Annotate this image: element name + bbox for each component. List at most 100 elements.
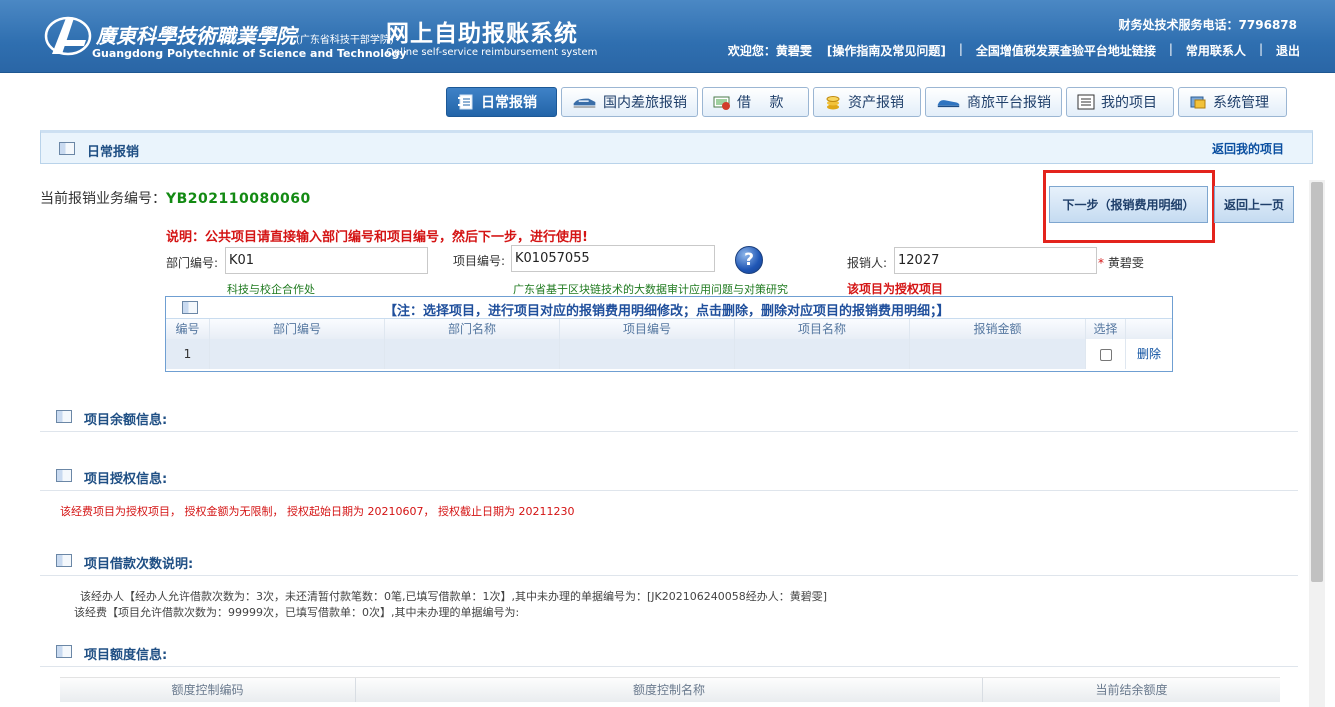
- col-header: 额度控制编码: [60, 678, 356, 702]
- cell-project-no: [560, 339, 735, 369]
- table-caption-text: 【注：选择项目，进行项目对应的报销费用明细修改；点击删除，删除对应项目的报销费用…: [384, 304, 950, 319]
- table-row[interactable]: 1 删除: [166, 339, 1172, 369]
- system-title: 网上自助报账系统: [386, 21, 578, 47]
- menu-daily-reimbursement[interactable]: 日常报销: [446, 87, 557, 117]
- business-number: 当前报销业务编号：YB202110080060: [40, 188, 311, 208]
- app-header: 廣東科學技術職業學院(广东省科技干部学院) Guangdong Polytech…: [0, 0, 1335, 73]
- applicant-name: * 黄碧雯: [1098, 254, 1144, 271]
- col-header: 选择: [1086, 319, 1126, 339]
- highlight-box: [1043, 170, 1215, 243]
- cell-dept-no: [210, 339, 385, 369]
- invoice-check-link[interactable]: 全国增值税发票查验平台地址链接: [973, 42, 1159, 59]
- menu-label: 资产报销: [848, 95, 904, 111]
- required-mark: *: [1098, 256, 1104, 270]
- dept-label: 部门编号:: [166, 256, 219, 270]
- project-name: 广东省基于区块链技术的大数据审计应用问题与对策研究: [513, 283, 788, 296]
- authorization-info: 该经费项目为授权项目， 授权金额为无限制， 授权起始日期为 20210607， …: [60, 505, 575, 518]
- logout-link[interactable]: 退出: [1273, 42, 1303, 59]
- document-icon: [59, 142, 75, 155]
- top-nav: 欢迎您：黄碧雯 [操作指南及常见问题] | 全国增值税发票查验平台地址链接 | …: [725, 42, 1303, 59]
- service-hotline: 财务处技术服务电话：7796878: [1118, 18, 1297, 32]
- quota-table: 额度控制编码 额度控制名称 当前结余额度: [60, 677, 1280, 707]
- loan-section-header: 项目借款次数说明:: [40, 554, 1298, 576]
- col-header: 部门编号: [210, 319, 385, 339]
- back-to-projects-link[interactable]: 返回我的项目: [1212, 140, 1284, 157]
- cell-delete: 删除: [1126, 339, 1172, 369]
- menu-loan[interactable]: 借 款: [702, 87, 809, 117]
- applicant-input[interactable]: [894, 247, 1097, 274]
- col-header: 部门名称: [385, 319, 560, 339]
- quota-header-row: 额度控制编码 额度控制名称 当前结余额度: [60, 678, 1280, 702]
- col-header: 报销金额: [910, 319, 1086, 339]
- col-header: 编号: [166, 319, 210, 339]
- cell-no: 1: [166, 339, 210, 369]
- vertical-scrollbar[interactable]: [1309, 180, 1325, 707]
- menu-system-admin[interactable]: 系统管理: [1178, 87, 1287, 117]
- cell-dept-name: [385, 339, 560, 369]
- applicant-name-text: 黄碧雯: [1107, 256, 1144, 270]
- quota-section-title: 项目额度信息:: [84, 648, 168, 663]
- menu-label: 国内差旅报销: [603, 95, 687, 111]
- select-checkbox[interactable]: [1099, 348, 1112, 361]
- table-caption: 【注：选择项目，进行项目对应的报销费用明细修改；点击删除，删除对应项目的报销费用…: [166, 297, 1172, 319]
- system-subtitle: Online self-service reimbursement system: [386, 47, 598, 58]
- help-icon[interactable]: ?: [735, 246, 763, 274]
- business-number-label: 当前报销业务编号：: [40, 191, 166, 207]
- notebook-icon: [458, 94, 473, 110]
- contacts-link[interactable]: 常用联系人: [1183, 42, 1249, 59]
- document-icon: [56, 554, 72, 567]
- school-name-cn: 廣東科學技術職業學院(广东省科技干部学院): [96, 24, 394, 48]
- balance-section-title: 项目余额信息:: [84, 413, 168, 428]
- coins-icon: [826, 96, 840, 110]
- train-icon: [573, 98, 596, 108]
- document-icon: [182, 301, 198, 314]
- welcome-text: 欢迎您：黄碧雯: [727, 44, 812, 58]
- section-title: 日常报销: [87, 145, 140, 160]
- balance-section-header: 项目余额信息:: [40, 410, 1298, 432]
- instruction-note: 说明：公共项目请直接输入部门编号和项目编号，然后下一步，进行使用!: [166, 230, 588, 245]
- menu-label: 日常报销: [481, 95, 537, 111]
- col-header: 当前结余额度: [983, 678, 1280, 702]
- authorization-section-title: 项目授权信息:: [84, 472, 168, 487]
- menu-label: 借 款: [737, 95, 784, 111]
- delete-link[interactable]: 删除: [1137, 347, 1161, 361]
- guide-link[interactable]: [操作指南及常见问题]: [815, 42, 949, 59]
- main-menu: 日常报销 国内差旅报销 借 款 资产报销 商旅平台报销 我的项目 系统管理: [446, 87, 1287, 117]
- reimbursement-items-table: 【注：选择项目，进行项目对应的报销费用明细修改；点击删除，删除对应项目的报销费用…: [165, 296, 1173, 372]
- menu-label: 我的项目: [1101, 95, 1157, 111]
- dept-name: 科技与校企合作处: [227, 283, 315, 296]
- back-button[interactable]: 返回上一页: [1214, 186, 1294, 223]
- project-number-input[interactable]: [511, 245, 715, 272]
- money-icon: [713, 96, 730, 110]
- menu-business-travel-platform[interactable]: 商旅平台报销: [925, 87, 1062, 117]
- menu-asset-reimbursement[interactable]: 资产报销: [813, 87, 921, 117]
- project-label: 项目编号:: [453, 254, 506, 268]
- section-header: 日常报销 返回我的项目: [40, 130, 1313, 164]
- col-header: 额度控制名称: [356, 678, 983, 702]
- school-logo: 廣東科學技術職業學院(广东省科技干部学院) Guangdong Polytech…: [44, 10, 407, 62]
- cell-amount: [910, 339, 1086, 369]
- school-name-en: Guangdong Polytechnic of Science and Tec…: [92, 47, 407, 60]
- dept-number-input[interactable]: [225, 247, 428, 274]
- scrollbar-thumb[interactable]: [1311, 182, 1323, 582]
- document-icon: [56, 469, 72, 482]
- table-header-row: 编号 部门编号 部门名称 项目编号 项目名称 报销金额 选择: [166, 319, 1172, 339]
- loan-info-project: 该经费【项目允许借款次数为：99999次，已填写借款单：0次】,其中未办理的单据…: [74, 606, 520, 619]
- loan-info-handler: 该经办人【经办人允许借款次数为：3次，未还清暂付款笔数：0笔,已填写借款单：1次…: [80, 590, 828, 603]
- separator: |: [1258, 42, 1263, 56]
- cell-select: [1086, 339, 1126, 369]
- applicant-label: 报销人:: [847, 256, 888, 270]
- list-icon: [1077, 94, 1095, 110]
- menu-domestic-travel[interactable]: 国内差旅报销: [561, 87, 698, 117]
- col-header: 项目名称: [735, 319, 910, 339]
- shoe-icon: [937, 100, 960, 108]
- admin-icon: [1190, 96, 1206, 109]
- separator: |: [1168, 42, 1173, 56]
- business-number-value: YB202110080060: [166, 191, 311, 207]
- separator: |: [958, 42, 963, 56]
- authorized-project-note: 该项目为授权项目: [847, 282, 944, 296]
- menu-my-projects[interactable]: 我的项目: [1066, 87, 1174, 117]
- menu-label: 商旅平台报销: [967, 95, 1051, 111]
- menu-label: 系统管理: [1213, 95, 1269, 111]
- col-header: [1126, 319, 1172, 339]
